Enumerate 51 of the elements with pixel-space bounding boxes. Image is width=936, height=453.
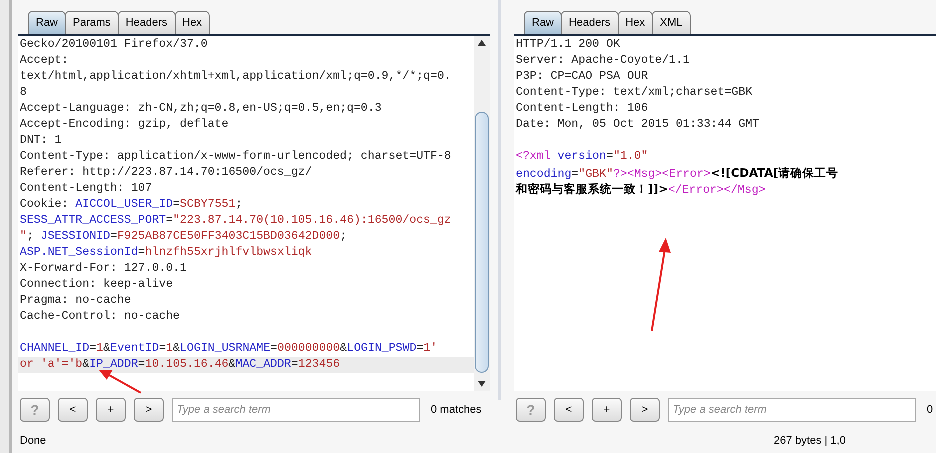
code-line: CHANNEL_ID=1&EventID=1&LOGIN_USRNAME=000000000&LOGIN_PSWD=1' <box>19 341 439 357</box>
code-line: Content-Length: 107 <box>19 181 154 197</box>
tab[interactable]: Hex <box>618 11 654 34</box>
code-line: Cookie: AICCOL_USER_ID=SCBY7551; <box>19 197 244 213</box>
code-line: <?xml version="1.0" <box>515 149 650 165</box>
code-line: ASP.NET_SessionId=hlnzfh55xrjhlfvlbwsxliqk <box>19 245 314 261</box>
nav-button[interactable]: < <box>554 398 584 422</box>
tab[interactable]: Raw <box>524 11 562 34</box>
code-line: Content-Type: text/xml;charset=GBK <box>515 85 754 101</box>
scrollbar[interactable] <box>474 36 490 391</box>
code-line: Gecko/20100101 Firefox/37.0 <box>19 37 209 53</box>
tab[interactable]: Params <box>65 11 119 34</box>
code-line: Content-Length: 106 <box>515 101 650 117</box>
code-line: DNT: 1 <box>19 133 63 149</box>
code-line: Accept-Encoding: gzip, deflate <box>19 117 230 133</box>
code-line: Accept-Language: zh-CN,zh;q=0.8,en-US;q=0.5,en;q=0.3 <box>19 101 383 117</box>
code-line: "; JSESSIONID=F925AB87CE50FF3403C15BD03642D000; <box>19 229 348 245</box>
code-line: Server: Apache-Coyote/1.1 <box>515 53 691 69</box>
scroll-down-icon[interactable] <box>478 381 486 387</box>
code-line: Referer: http://223.87.14.70:16500/ocs_gz/ <box>19 165 314 181</box>
nav-button[interactable]: + <box>592 398 622 422</box>
code-line: X-Forward-For: 127.0.0.1 <box>19 261 188 277</box>
match-count: 0 matches <box>431 402 482 418</box>
nav-button[interactable]: > <box>630 398 660 422</box>
code-line: 和密码与客服系统一致！]]></Error></Msg> <box>514 181 767 197</box>
code-line: SESS_ATTR_ACCESS_PORT="223.87.14.70(10.105.16.46):16500/ocs_gz <box>19 213 452 229</box>
code-line: Pragma: no-cache <box>19 293 132 309</box>
match-count: 0 <box>927 402 934 418</box>
tab[interactable]: Headers <box>561 11 619 34</box>
code-line: encoding="GBK"?><Msg><Error><![CDATA[请确保工号 <box>515 165 840 181</box>
code-line: Connection: keep-alive <box>19 277 174 293</box>
code-line: 8 <box>19 85 28 101</box>
search-field[interactable]: Type a search term <box>668 398 916 422</box>
code-line: Accept: <box>19 53 70 69</box>
nav-button[interactable]: > <box>134 398 164 422</box>
code-line: Date: Mon, 05 Oct 2015 01:33:44 GMT <box>515 117 761 133</box>
nav-button[interactable]: < <box>58 398 88 422</box>
status-text: Done <box>20 434 46 449</box>
code-line: Content-Type: application/x-www-form-urlencoded; charset=UTF-8 <box>19 149 452 165</box>
code-line: Cache-Control: no-cache <box>19 309 182 325</box>
code-line: text/html,application/xhtml+xml,application/xml;q=0.9,*/*;q=0. <box>19 69 452 85</box>
status-text: 267 bytes | 1,0 <box>774 434 846 449</box>
code-line: P3P: CP=CAO PSA OUR <box>515 69 650 85</box>
tab[interactable]: Headers <box>118 11 176 34</box>
nav-button[interactable]: + <box>96 398 126 422</box>
tab[interactable]: Raw <box>28 11 66 34</box>
code-line: HTTP/1.1 200 OK <box>515 37 622 53</box>
tab[interactable]: XML <box>652 11 691 34</box>
tab[interactable]: Hex <box>174 11 210 34</box>
search-field[interactable]: Type a search term <box>172 398 420 422</box>
scroll-up-icon[interactable] <box>478 40 486 46</box>
